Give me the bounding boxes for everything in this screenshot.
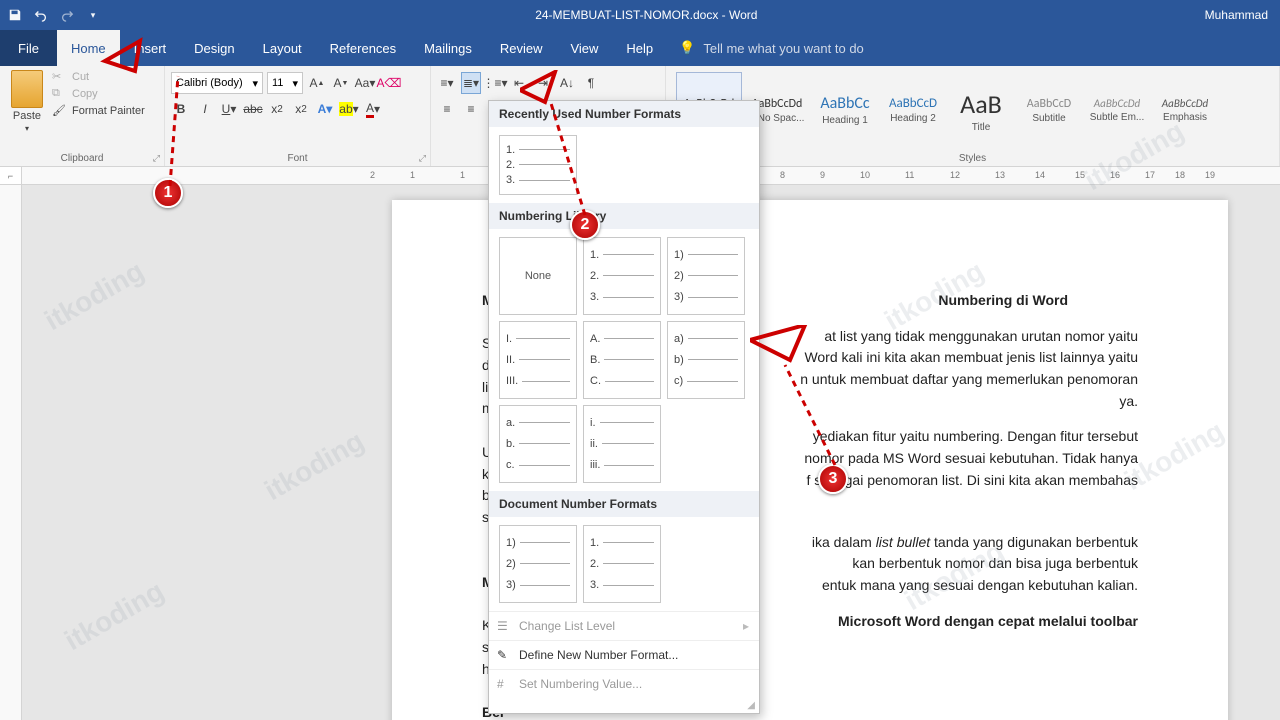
align-left-button[interactable]: ≡	[437, 98, 457, 120]
align-center-button[interactable]: ≡	[461, 98, 481, 120]
paste-button[interactable]: Paste ▾	[6, 70, 48, 133]
subscript-button[interactable]: x2	[267, 98, 287, 120]
titlebar: ▾ 24-MEMBUAT-LIST-NOMOR.docx - Word Muha…	[0, 0, 1280, 30]
qat-more-icon[interactable]: ▾	[86, 8, 100, 22]
tab-layout[interactable]: Layout	[249, 30, 316, 66]
grow-font-button[interactable]: A▲	[307, 72, 327, 94]
ribbon-tabs: File Home Insert Design Layout Reference…	[0, 30, 1280, 66]
change-case-button[interactable]: Aa▾	[355, 72, 375, 94]
font-name-select[interactable]: Calibri (Body)▾	[171, 72, 263, 94]
font-dialog-launcher[interactable]: ⤢	[419, 153, 426, 164]
style-title[interactable]: AaBTitle	[948, 72, 1014, 148]
group-font: Calibri (Body)▾ 11▾ A▲ A▼ Aa▾ A⌫ B I U▾ …	[165, 66, 431, 166]
numbering-option[interactable]: 1)2)3)	[667, 237, 745, 315]
tab-design[interactable]: Design	[180, 30, 248, 66]
tab-insert[interactable]: Insert	[120, 30, 181, 66]
scissors-icon: ✂	[52, 70, 66, 84]
tab-mailings[interactable]: Mailings	[410, 30, 486, 66]
clear-format-button[interactable]: A⌫	[379, 72, 399, 94]
document-title: 24-MEMBUAT-LIST-NOMOR.docx - Word	[108, 8, 1193, 22]
style-heading-2[interactable]: AaBbCcDHeading 2	[880, 72, 946, 148]
numbering-option[interactable]: i.ii.iii.	[583, 405, 661, 483]
style-emphasis[interactable]: AaBbCcDdEmphasis	[1152, 72, 1218, 148]
decrease-indent-button[interactable]: ⇤	[509, 72, 529, 94]
numbering-option[interactable]: 1.2.3.	[583, 525, 661, 603]
tab-home[interactable]: Home	[57, 30, 120, 66]
annotation-badge-2: 2	[570, 210, 600, 240]
numbering-button[interactable]: ≣▾	[461, 72, 481, 94]
group-clipboard: Paste ▾ ✂Cut ⧉Copy 🖌Format Painter Clipb…	[0, 66, 165, 166]
style-subtitle[interactable]: AaBbCcDSubtitle	[1016, 72, 1082, 148]
group-label-clipboard: Clipboard	[0, 153, 164, 164]
superscript-button[interactable]: x2	[291, 98, 311, 120]
clipboard-dialog-launcher[interactable]: ⤢	[153, 153, 160, 164]
paste-icon	[11, 70, 43, 108]
numbering-option[interactable]: None	[499, 237, 577, 315]
tell-me[interactable]: 💡 Tell me what you want to do	[667, 30, 876, 66]
shrink-font-button[interactable]: A▼	[331, 72, 351, 94]
sort-button[interactable]: A↓	[557, 72, 577, 94]
italic-button[interactable]: I	[195, 98, 215, 120]
font-size-select[interactable]: 11▾	[267, 72, 303, 94]
section-doc: Document Number Formats	[489, 491, 759, 517]
tab-help[interactable]: Help	[612, 30, 667, 66]
copy-icon: ⧉	[52, 87, 66, 101]
undo-icon[interactable]	[34, 8, 48, 22]
tab-view[interactable]: View	[556, 30, 612, 66]
show-marks-button[interactable]: ¶	[581, 72, 601, 94]
annotation-badge-3: 3	[818, 464, 848, 494]
tab-review[interactable]: Review	[486, 30, 557, 66]
section-library: Numbering Library	[489, 203, 759, 229]
group-label-font: Font	[165, 153, 430, 164]
tab-selector[interactable]: ⌐	[0, 167, 22, 184]
numbering-option[interactable]: a)b)c)	[667, 321, 745, 399]
change-list-level: ☰ Change List Level▸	[489, 611, 759, 640]
copy-button: ⧉Copy	[52, 87, 145, 101]
section-recent: Recently Used Number Formats	[489, 101, 759, 127]
tab-file[interactable]: File	[0, 30, 57, 66]
numbering-option[interactable]: 1)2)3)	[499, 525, 577, 603]
numbering-option[interactable]: 1.2.3.	[499, 135, 577, 195]
annotation-badge-1: 1	[153, 178, 183, 208]
bullets-button[interactable]: ≡▾	[437, 72, 457, 94]
brush-icon: 🖌	[52, 104, 66, 118]
numbering-option[interactable]: 1.2.3.	[583, 237, 661, 315]
tab-references[interactable]: References	[316, 30, 410, 66]
define-new-format[interactable]: ✎ Define New Number Format...	[489, 640, 759, 669]
multilevel-button[interactable]: ⋮≡▾	[485, 72, 505, 94]
style-heading-1[interactable]: AaBbCcHeading 1	[812, 72, 878, 148]
redo-icon[interactable]	[60, 8, 74, 22]
numbering-option[interactable]: a.b.c.	[499, 405, 577, 483]
numbering-dropdown: Recently Used Number Formats 1.2.3. Numb…	[488, 100, 760, 714]
strike-button[interactable]: abc	[243, 98, 263, 120]
numbering-option[interactable]: A.B.C.	[583, 321, 661, 399]
text-effects-button[interactable]: A▾	[315, 98, 335, 120]
increase-indent-button[interactable]: ⇥	[533, 72, 553, 94]
indent-icon: ☰	[497, 619, 511, 633]
underline-button[interactable]: U▾	[219, 98, 239, 120]
save-icon[interactable]	[8, 8, 22, 22]
numbering-option[interactable]: I.II.III.	[499, 321, 577, 399]
format-painter-button[interactable]: 🖌Format Painter	[52, 104, 145, 118]
cut-button: ✂Cut	[52, 70, 145, 84]
ruler-vertical	[0, 185, 22, 720]
lightbulb-icon: 💡	[679, 40, 695, 56]
style-subtle-em-[interactable]: AaBbCcDdSubtle Em...	[1084, 72, 1150, 148]
value-icon: #	[497, 677, 511, 691]
font-color-button[interactable]: A▾	[363, 98, 383, 120]
user-name[interactable]: Muhammad	[1193, 8, 1280, 22]
bold-button[interactable]: B	[171, 98, 191, 120]
define-icon: ✎	[497, 648, 511, 662]
resize-grip[interactable]: ◢	[489, 698, 759, 713]
highlight-button[interactable]: ab▾	[339, 98, 359, 120]
set-numbering-value: # Set Numbering Value...	[489, 669, 759, 698]
